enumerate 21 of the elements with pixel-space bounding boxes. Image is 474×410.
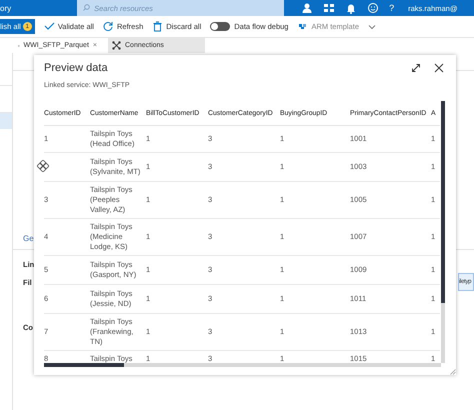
search-icon <box>83 4 90 11</box>
refresh-icon <box>102 21 114 32</box>
person-icon[interactable] <box>301 2 314 14</box>
trash-icon <box>152 21 164 32</box>
check-icon <box>44 21 55 32</box>
smiley-icon[interactable] <box>367 2 380 14</box>
resize-grip-icon[interactable] <box>450 369 456 375</box>
bell-icon[interactable] <box>345 2 358 14</box>
chevron-icon[interactable] <box>368 24 376 30</box>
close-icon[interactable] <box>434 63 444 73</box>
move-cursor-icon <box>37 160 49 172</box>
toggle-switch[interactable] <box>210 22 230 31</box>
help-icon[interactable]: ? <box>389 3 394 13</box>
app-title: ory <box>0 4 12 12</box>
dialog-title: Preview data <box>44 62 108 74</box>
scrollbar[interactable] <box>44 363 441 367</box>
template-icon <box>297 21 308 32</box>
expand-icon[interactable] <box>411 63 421 73</box>
directory-icon[interactable] <box>323 2 336 14</box>
connections-icon <box>112 41 121 50</box>
scrollbar[interactable] <box>441 101 445 363</box>
